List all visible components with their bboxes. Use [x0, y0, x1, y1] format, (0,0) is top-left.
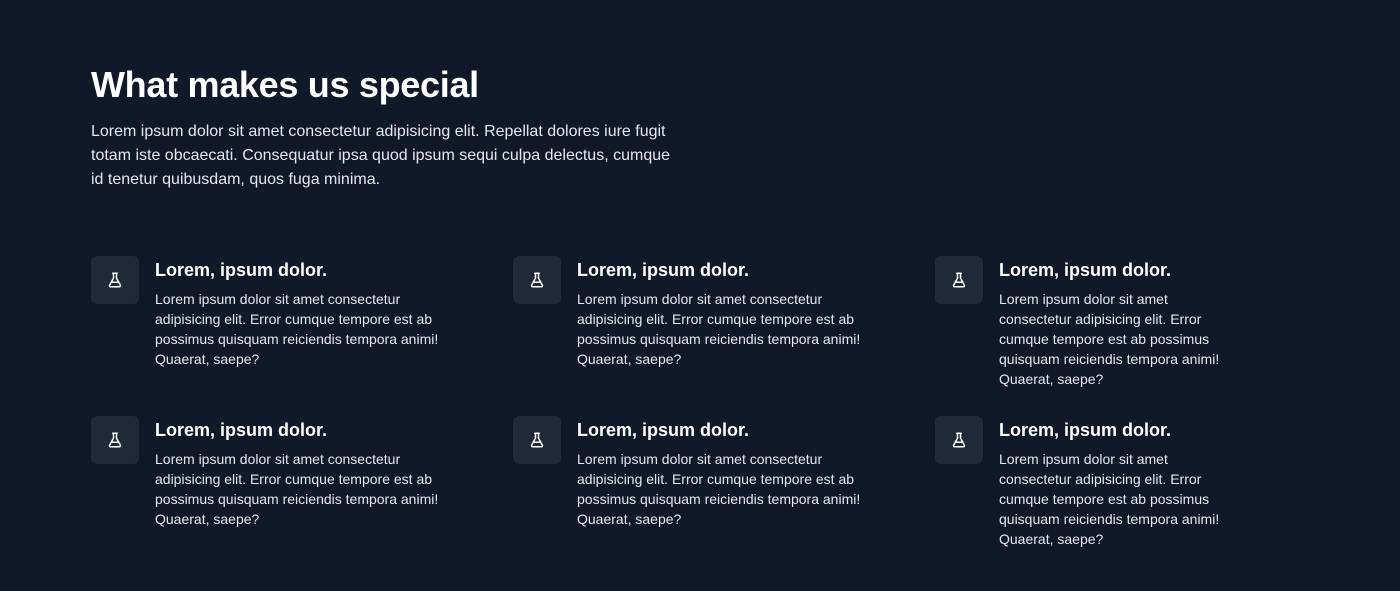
- flask-icon: [528, 431, 546, 449]
- feature-title: Lorem, ipsum dolor.: [155, 260, 328, 280]
- feature-body: Lorem, ipsum dolor. Lorem ipsum dolor si…: [577, 416, 877, 529]
- flask-icon: [950, 431, 968, 449]
- flask-icon: [950, 271, 968, 289]
- feature-item: Lorem, ipsum dolor. Lorem ipsum dolor si…: [935, 416, 1235, 547]
- feature-body: Lorem, ipsum dolor. Lorem ipsum dolor si…: [155, 416, 455, 529]
- feature-item: Lorem, ipsum dolor. Lorem ipsum dolor si…: [513, 256, 935, 368]
- feature-description: Lorem ipsum dolor sit amet consectetur a…: [577, 451, 861, 527]
- feature-description: Lorem ipsum dolor sit amet consectetur a…: [999, 291, 1220, 387]
- feature-item: Lorem, ipsum dolor. Lorem ipsum dolor si…: [513, 416, 935, 528]
- feature-body: Lorem, ipsum dolor. Lorem ipsum dolor si…: [999, 256, 1235, 389]
- feature-icon-tile: [91, 256, 139, 304]
- feature-item: Lorem, ipsum dolor. Lorem ipsum dolor si…: [91, 256, 513, 368]
- flask-icon: [106, 431, 124, 449]
- feature-title: Lorem, ipsum dolor.: [999, 420, 1172, 440]
- feature-title: Lorem, ipsum dolor.: [577, 260, 750, 280]
- feature-description: Lorem ipsum dolor sit amet consectetur a…: [155, 451, 439, 527]
- feature-body: Lorem, ipsum dolor. Lorem ipsum dolor si…: [999, 416, 1235, 549]
- feature-icon-tile: [513, 256, 561, 304]
- feature-description: Lorem ipsum dolor sit amet consectetur a…: [155, 291, 439, 367]
- feature-description: Lorem ipsum dolor sit amet consectetur a…: [577, 291, 861, 367]
- flask-icon: [528, 271, 546, 289]
- feature-title: Lorem, ipsum dolor.: [577, 420, 750, 440]
- feature-item: Lorem, ipsum dolor. Lorem ipsum dolor si…: [91, 416, 513, 528]
- feature-title: Lorem, ipsum dolor.: [155, 420, 328, 440]
- feature-icon-tile: [935, 256, 983, 304]
- feature-body: Lorem, ipsum dolor. Lorem ipsum dolor si…: [577, 256, 877, 369]
- section-title: What makes us special: [91, 64, 479, 105]
- features-section: What makes us special Lorem ipsum dolor …: [0, 0, 1400, 591]
- feature-icon-tile: [935, 416, 983, 464]
- feature-icon-tile: [513, 416, 561, 464]
- section-intro: Lorem ipsum dolor sit amet consectetur a…: [91, 123, 671, 188]
- feature-icon-tile: [91, 416, 139, 464]
- feature-description: Lorem ipsum dolor sit amet consectetur a…: [999, 451, 1220, 547]
- features-grid: Lorem, ipsum dolor. Lorem ipsum dolor si…: [91, 256, 1235, 547]
- feature-title: Lorem, ipsum dolor.: [999, 260, 1172, 280]
- flask-icon: [106, 271, 124, 289]
- feature-item: Lorem, ipsum dolor. Lorem ipsum dolor si…: [935, 256, 1235, 387]
- feature-body: Lorem, ipsum dolor. Lorem ipsum dolor si…: [155, 256, 455, 369]
